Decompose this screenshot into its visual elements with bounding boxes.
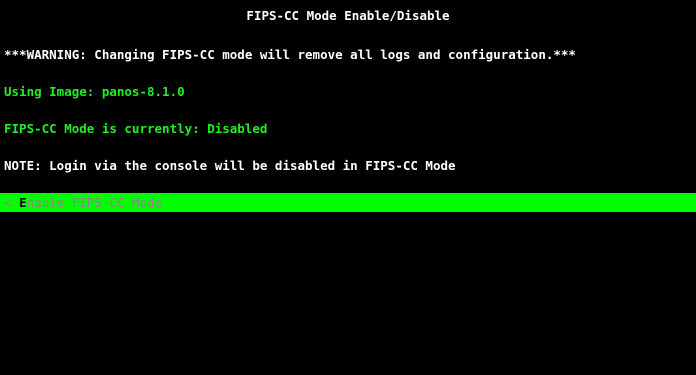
screen-title: FIPS-CC Mode Enable/Disable <box>246 8 450 23</box>
terminal-screen: FIPS-CC Mode Enable/Disable ***WARNING: … <box>0 0 696 375</box>
warning-message: ***WARNING: Changing FIPS-CC mode will r… <box>4 47 576 62</box>
menu-selection-bar[interactable]: < Enable FIPS-CC Mode <box>0 193 696 212</box>
mode-status: FIPS-CC Mode is currently: Disabled <box>4 121 268 136</box>
console-note: NOTE: Login via the console will be disa… <box>4 158 456 173</box>
image-info: Using Image: panos-8.1.0 <box>4 84 185 99</box>
menu-item-enable-fips-cc[interactable]: < Enable FIPS-CC Mode <box>4 194 162 211</box>
menu-item-hotkey: E <box>19 195 27 210</box>
menu-item-prefix: < <box>4 195 20 210</box>
menu-item-label: nable FIPS-CC Mode <box>26 195 163 210</box>
